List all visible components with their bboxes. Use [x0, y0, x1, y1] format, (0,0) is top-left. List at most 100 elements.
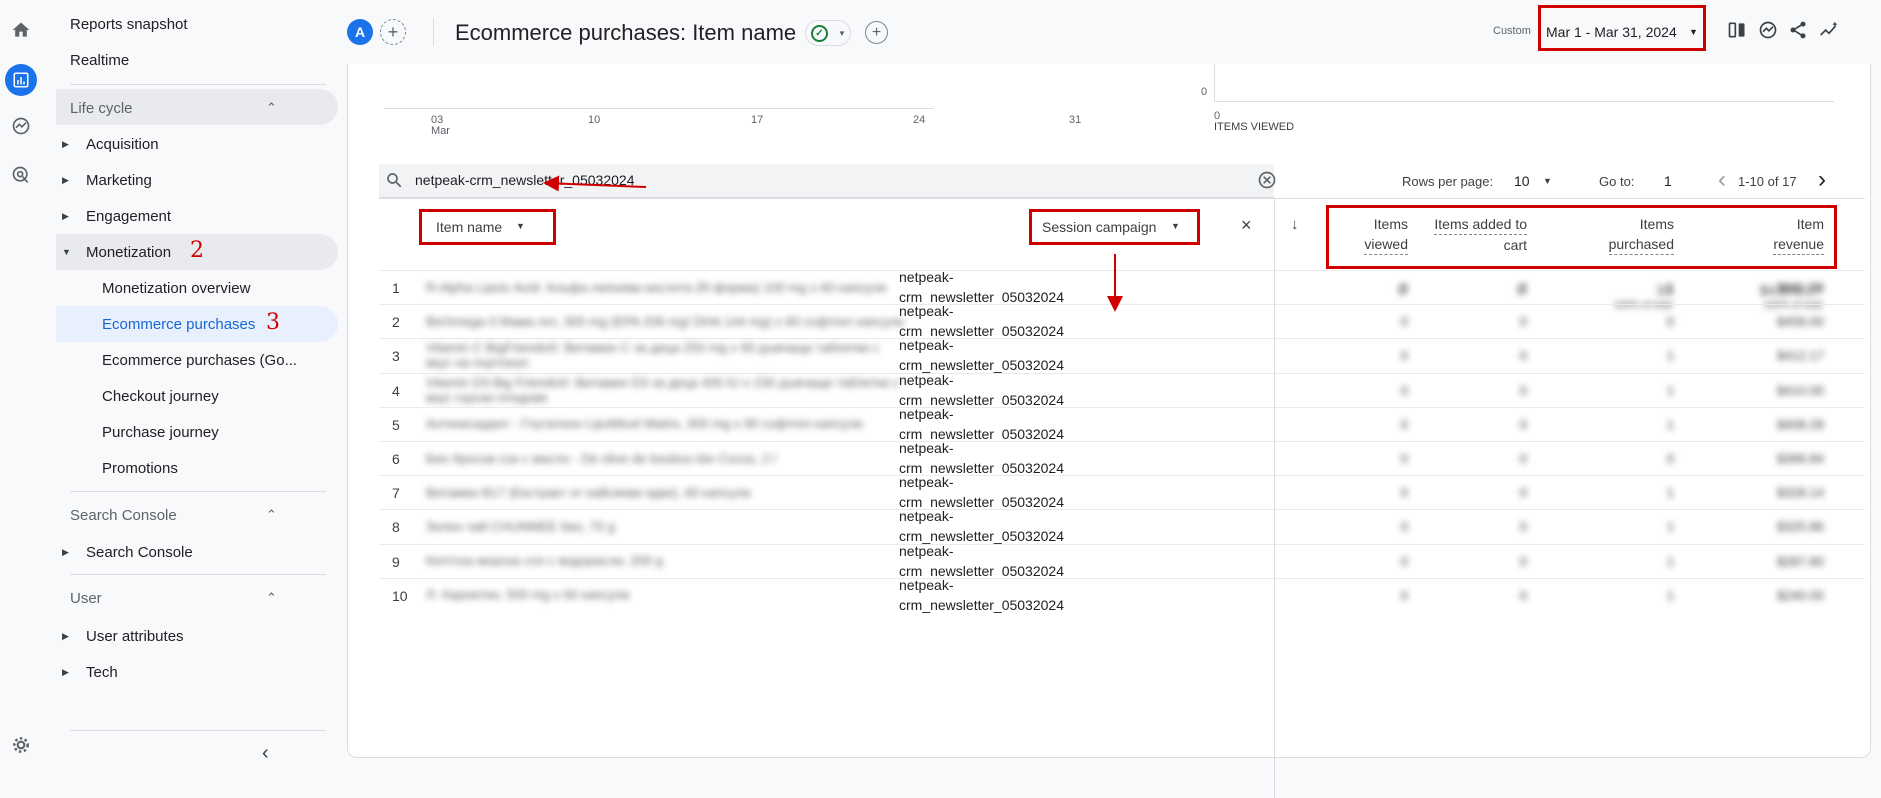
reports-icon[interactable]: [5, 64, 37, 96]
expand-arrow-icon[interactable]: ▶: [62, 631, 69, 642]
date-label: Custom: [1493, 25, 1531, 37]
status-chip[interactable]: ✓ ▼: [805, 20, 851, 46]
metric-cell: 0: [1519, 314, 1527, 330]
search-input[interactable]: netpeak-crm_newsletter_05032024: [415, 172, 634, 188]
sidebar-item-search-console[interactable]: Search Console: [86, 544, 193, 561]
search-bar[interactable]: netpeak-crm_newsletter_05032024: [379, 164, 1277, 198]
metric-cell: 0: [1400, 451, 1408, 466]
table-row[interactable]: 3 Vitamin C BigFriends®: Витамин С за дец…: [379, 337, 1865, 373]
add-comparison-icon[interactable]: +: [380, 19, 406, 45]
collapse-arrow-icon[interactable]: ▼: [62, 247, 71, 257]
table-row[interactable]: 4 Vitamin D3 Big Friends®: Витамин D3 за …: [379, 371, 1865, 408]
sparkline-icon[interactable]: [1818, 20, 1840, 40]
metric-cell: 1: [1666, 348, 1674, 364]
rows-per-page-label: Rows per page:: [1402, 174, 1494, 189]
campaign-line: netpeak-: [899, 337, 954, 354]
metric-cell: 0: [1519, 382, 1527, 398]
table-row[interactable]: 6 Био бросов сок с масло - De olive de bo…: [379, 440, 1865, 476]
item-name-cell: Зелен чай CHUNMEE био, 70 g: [426, 518, 615, 534]
metric-cell: 0: [1400, 382, 1408, 398]
sidebar-subitem[interactable]: Purchase journey: [102, 424, 219, 441]
table-row[interactable]: 10 Л- Карнитин, 500 mg x 60 капсули netpea…: [379, 575, 1865, 615]
annotation-3: 3: [266, 310, 280, 335]
table-row[interactable]: 2 BeOmega-3 Мама гел, 300 mg (EPA 206 mg/…: [379, 303, 1865, 339]
divider: [433, 18, 434, 46]
sidebar-item-realtime[interactable]: Realtime: [70, 52, 129, 69]
sidebar-subitem[interactable]: Ecommerce purchases (Go...: [102, 352, 297, 369]
explore-icon[interactable]: [9, 114, 33, 138]
metric-cell: 0: [1519, 451, 1527, 466]
page-range: 1-10 of 17: [1738, 174, 1797, 189]
table-row[interactable]: 5 Антиоксидант - Глутатион LipoMicel Matr…: [379, 405, 1865, 442]
session-campaign-cell: netpeak-crm_newsletter_05032024: [899, 575, 1064, 615]
chevron-up-icon[interactable]: ⌃: [266, 590, 277, 606]
sidebar-subitem-selected[interactable]: Ecommerce purchases: [102, 316, 255, 333]
chevron-up-icon[interactable]: ⌃: [266, 507, 277, 523]
annotation-campaign-box: [1029, 209, 1200, 245]
annotation-2: 2: [190, 238, 204, 263]
remove-dimension-icon[interactable]: ×: [1241, 215, 1252, 236]
goto-input[interactable]: 1: [1664, 173, 1672, 189]
expand-arrow-icon[interactable]: ▶: [62, 667, 69, 678]
campaign-line: netpeak-: [899, 371, 954, 388]
insights-icon[interactable]: [1758, 20, 1778, 40]
metric-cell: $410.00: [1777, 382, 1824, 398]
sidebar-subitem[interactable]: Promotions: [102, 460, 178, 477]
metric-cell: 1: [1666, 416, 1674, 432]
rows-per-page-select[interactable]: 10: [1514, 173, 1530, 189]
sidebar-item-engagement[interactable]: Engagement: [86, 208, 171, 225]
metric-cell: $240.00: [1777, 587, 1824, 603]
share-icon[interactable]: [1788, 20, 1808, 40]
table-row[interactable]: 9 Келтска морска сол с водорасли, 200 g ne…: [379, 543, 1865, 579]
sidebar: Reports snapshot Realtime Life cycle ⌃ ▶…: [42, 0, 347, 769]
campaign-line: netpeak-: [899, 405, 954, 422]
metric-cell: $287.80: [1777, 553, 1824, 569]
item-name-cell: R-Alpha Lipoic Acid: Альфа-липоева кисло…: [426, 279, 887, 295]
item-name-cell: Vitamin D3 Big Friends®: Витамин D3 за д…: [426, 374, 900, 405]
row-number: 6: [392, 451, 400, 467]
sidebar-item-user-attributes[interactable]: User attributes: [86, 628, 184, 645]
home-icon[interactable]: [9, 18, 33, 42]
expand-arrow-icon[interactable]: ▶: [62, 139, 69, 150]
metric-cell: $328.14: [1777, 485, 1824, 501]
metric-cell: 0: [1400, 348, 1408, 364]
gear-icon[interactable]: [9, 733, 33, 757]
expand-arrow-icon[interactable]: ▶: [62, 547, 69, 558]
sidebar-item-marketing[interactable]: Marketing: [86, 172, 152, 189]
next-page-icon[interactable]: ›: [1818, 166, 1826, 194]
collapse-sidebar-icon[interactable]: ‹: [262, 742, 269, 765]
chevron-up-icon[interactable]: ⌃: [266, 100, 277, 116]
table-row[interactable]: 8 Зелен чай CHUNMEE био, 70 g netpeak-crm_…: [379, 508, 1865, 544]
comparison-avatar[interactable]: A: [347, 19, 373, 45]
add-filter-icon[interactable]: +: [865, 21, 888, 44]
row-number: 10: [392, 587, 408, 604]
search-icon: [385, 171, 403, 194]
sidebar-subitem[interactable]: Checkout journey: [102, 388, 219, 405]
sidebar-item-tech[interactable]: Tech: [86, 664, 118, 681]
item-name-cell: Келтска морска сол с водорасли, 200 g: [426, 553, 663, 569]
metric-cell: $325.86: [1777, 519, 1824, 535]
metric-cell: 1: [1666, 485, 1674, 501]
sidebar-item-reports-snapshot[interactable]: Reports snapshot: [70, 16, 188, 33]
metric-cell: $396.84: [1777, 451, 1824, 466]
expand-arrow-icon[interactable]: ▶: [62, 175, 69, 186]
divider: [70, 84, 326, 85]
table-row[interactable]: 1 R-Alpha Lipoic Acid: Альфа-липоева кисл…: [379, 269, 1865, 305]
advertising-icon[interactable]: [9, 163, 33, 187]
expand-arrow-icon[interactable]: ▶: [62, 211, 69, 222]
table-top-border: [379, 198, 1865, 199]
x-tick: 24: [913, 114, 926, 126]
compare-icon[interactable]: [1727, 20, 1747, 40]
user-section[interactable]: User: [70, 590, 102, 607]
sidebar-subitem[interactable]: Monetization overview: [102, 280, 250, 297]
table-row[interactable]: 7 Витамин В17 (Екстракт от кайсиеви ядки)…: [379, 474, 1865, 510]
search-console-section[interactable]: Search Console: [70, 507, 177, 524]
prev-page-icon[interactable]: ‹: [1718, 166, 1726, 194]
sidebar-item-acquisition[interactable]: Acquisition: [86, 136, 159, 153]
sort-down-icon[interactable]: ↓: [1291, 216, 1299, 233]
rows-dropdown-arrow-icon[interactable]: ▼: [1543, 176, 1552, 186]
metric-cell: $412.17: [1777, 348, 1824, 364]
lifecycle-section[interactable]: Life cycle: [70, 100, 133, 117]
clear-search-icon[interactable]: [1257, 170, 1277, 195]
sidebar-item-monetization[interactable]: Monetization: [86, 244, 171, 261]
